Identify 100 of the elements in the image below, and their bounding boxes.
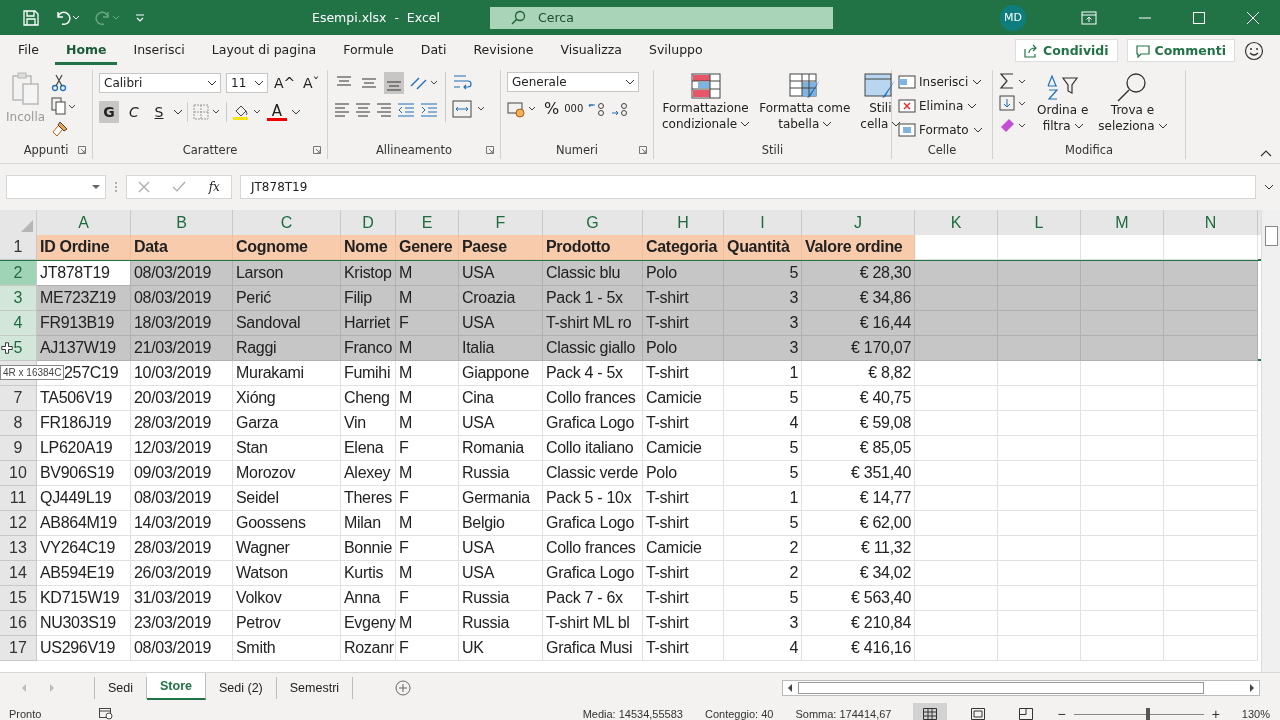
table-cell: 3 (724, 286, 802, 311)
table-cell: Filip (341, 286, 396, 311)
table-cell: Sandoval (233, 311, 341, 336)
table-cell: 3 (724, 311, 802, 336)
table-cell: 21/03/2019 (131, 336, 233, 361)
group-label: Allineamento (376, 143, 452, 159)
table-cell: T-shirt (643, 611, 724, 636)
table-cell: Fumihi (341, 361, 396, 386)
table-cell: M (396, 411, 459, 436)
count-readout: Conteggio: 40 (704, 708, 774, 720)
table-cell: T-shirt (643, 511, 724, 536)
table-cell: F (396, 636, 459, 661)
table-cell: USA (459, 311, 543, 336)
table-cell: Cheng (341, 386, 396, 411)
table-cell: F (396, 536, 459, 561)
table-cell: Vin (341, 411, 396, 436)
table-cell: LP620A19 (37, 436, 131, 461)
table-cell: Harriet (341, 311, 396, 336)
table-cell: 4 (724, 411, 802, 436)
selection-size-tooltip: 4R x 16384C (0, 365, 65, 380)
table-cell: Perić (233, 286, 341, 311)
table-cell: T-shirt (643, 586, 724, 611)
table-cell: T-shirt (643, 311, 724, 336)
table-cell: F (396, 486, 459, 511)
table-cell: 12/03/2019 (131, 436, 233, 461)
table-cell: M (396, 261, 459, 286)
group-label: Modifica (1064, 143, 1114, 159)
table-header-cell: Genere (396, 235, 459, 260)
table-cell: Morozov (233, 461, 341, 486)
group-label: Carattere (182, 143, 238, 159)
table-cell: € 563,40 (802, 586, 915, 611)
table-cell: € 28,30 (802, 261, 915, 286)
table-cell: Alexey (341, 461, 396, 486)
table-cell: T-shirt (643, 411, 724, 436)
table-cell: 3 (724, 336, 802, 361)
table-cell: Grafica Logo (543, 411, 643, 436)
table-cell: USA (459, 561, 543, 586)
table-cell: AB864M19 (37, 511, 131, 536)
table-cell: Romania (459, 436, 543, 461)
table-cell: € 11,32 (802, 536, 915, 561)
table-cell: Pack 7 - 6x (543, 586, 643, 611)
table-cell: M (396, 336, 459, 361)
table-cell: 08/03/2019 (131, 286, 233, 311)
table-header-cell: ID Ordine (37, 235, 131, 260)
table-cell: Elena (341, 436, 396, 461)
table-cell: USA (459, 261, 543, 286)
table-cell: Croazia (459, 286, 543, 311)
table-cell: KD715W19 (37, 586, 131, 611)
table-cell: T-shirt ML bl (543, 611, 643, 636)
table-cell: US296V19 (37, 636, 131, 661)
table-cell: Polo (643, 461, 724, 486)
table-cell: M (396, 386, 459, 411)
table-cell: Collo italiano (543, 436, 643, 461)
group-label: Appunti (23, 143, 69, 159)
table-cell: € 59,08 (802, 411, 915, 436)
table-cell: Camicie (643, 386, 724, 411)
average-readout: Media: 14534,55583 (582, 708, 683, 720)
table-cell: Camicie (643, 436, 724, 461)
table-cell: € 62,00 (802, 511, 915, 536)
table-cell: 2 (724, 536, 802, 561)
table-cell: 1 (724, 361, 802, 386)
table-cell: Russia (459, 586, 543, 611)
table-cell: Evgeny (341, 611, 396, 636)
table-cell: ME723Z19 (37, 286, 131, 311)
table-cell: 31/03/2019 (131, 586, 233, 611)
table-header-cell: Paese (459, 235, 543, 260)
table-cell: Kristop (341, 261, 396, 286)
table-cell: M (396, 361, 459, 386)
table-cell: Larson (233, 261, 341, 286)
table-cell: T-shirt ML ro (543, 311, 643, 336)
table-cell: 5 (724, 586, 802, 611)
table-cell: Wagner (233, 536, 341, 561)
table-cell: € 34,86 (802, 286, 915, 311)
table-cell: Stan (233, 436, 341, 461)
table-cell: UK (459, 636, 543, 661)
table-cell: Belgio (459, 511, 543, 536)
table-cell: 14/03/2019 (131, 511, 233, 536)
table-cell: 5 (724, 436, 802, 461)
table-cell: M (396, 561, 459, 586)
table-cell: € 85,05 (802, 436, 915, 461)
table-cell: € 351,40 (802, 461, 915, 486)
table-cell: T-shirt (643, 636, 724, 661)
table-cell: 4 (724, 636, 802, 661)
table-cell: 09/03/2019 (131, 461, 233, 486)
table-cell: Franco (341, 336, 396, 361)
table-cell: Cina (459, 386, 543, 411)
window-title: Esempi.xlsx - Excel (311, 10, 441, 25)
table-cell: Xióng (233, 386, 341, 411)
table-cell: Milan (341, 511, 396, 536)
group-label: Celle (927, 143, 957, 159)
table-header-cell: Valore ordine (802, 235, 915, 260)
table-header-cell: Prodotto (543, 235, 643, 260)
table-cell: T-shirt (643, 361, 724, 386)
table-cell: 28/03/2019 (131, 411, 233, 436)
status-text: Pronto (9, 708, 42, 720)
table-cell: FR913B19 (37, 311, 131, 336)
table-cell: FR186J19 (37, 411, 131, 436)
table-cell: T-shirt (643, 486, 724, 511)
table-cell: Grafica Logo (543, 511, 643, 536)
table-cell: Italia (459, 336, 543, 361)
